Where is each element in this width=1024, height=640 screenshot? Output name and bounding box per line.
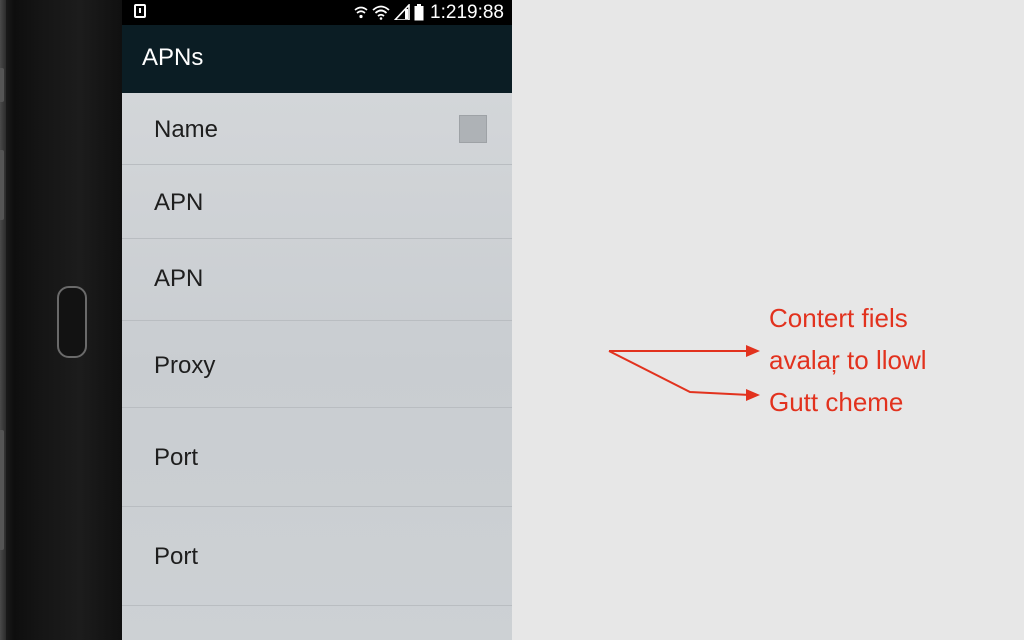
annotation-text: Contert fiels avalaŗ to llowl Gutt cheme [769,297,927,423]
arrowhead-top [746,345,760,357]
annotation-line-1: Contert fiels [769,303,908,333]
stage: 1:219:88 APNs Name APN APN Proxy Port Po… [0,0,1024,640]
annotation-line-2: avalaŗ to llowl [769,345,927,375]
arrowhead-bottom [746,389,760,401]
arrow-line-bottom [608,350,751,396]
annotation-line-3: Gutt cheme [769,387,904,417]
